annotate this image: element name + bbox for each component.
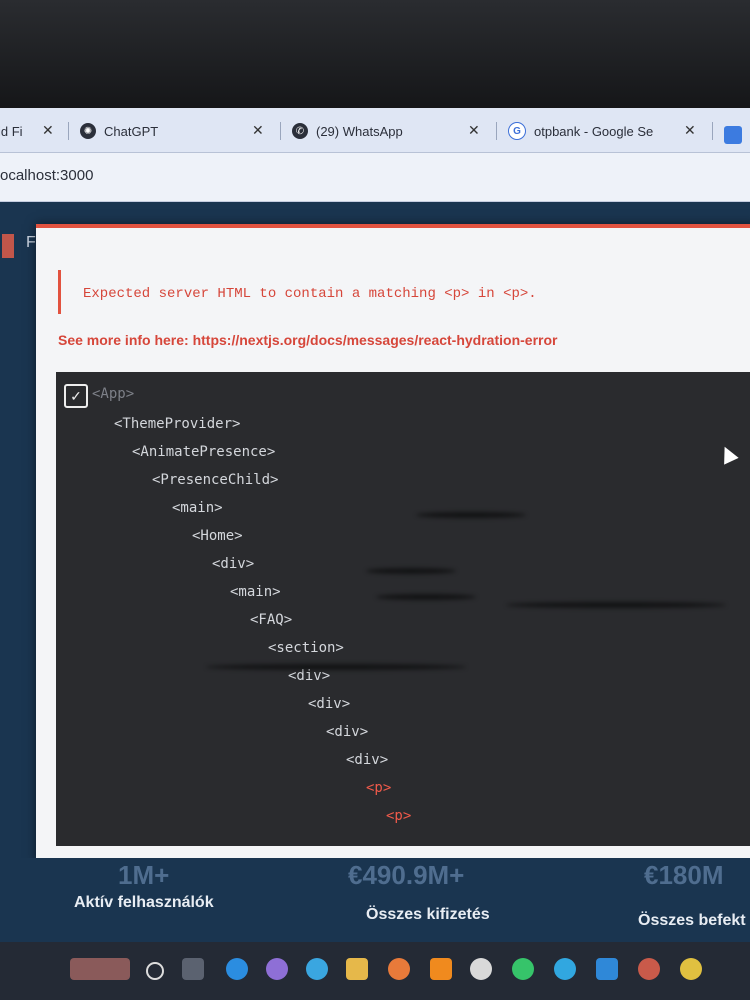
chatgpt-icon: ✺	[80, 123, 96, 139]
google-icon: G	[508, 122, 526, 140]
play-icon[interactable]	[470, 958, 492, 980]
stack-line: <section>	[268, 640, 344, 656]
firefox-icon[interactable]	[388, 958, 410, 980]
vlc-icon[interactable]	[430, 958, 452, 980]
stat-value: €180M	[644, 860, 724, 890]
tab-divider	[68, 122, 69, 140]
monitor-bezel	[0, 0, 750, 110]
stack-line-highlight: <p>	[366, 780, 392, 796]
stack-line: <AnimatePresence>	[132, 444, 276, 460]
whatsapp-icon: ✆	[292, 123, 308, 139]
stat-value: 1M+	[118, 860, 170, 890]
stack-line: <PresenceChild>	[152, 472, 279, 488]
address-bar[interactable]: ocalhost:3000	[0, 153, 750, 202]
close-icon[interactable]: ✕	[252, 122, 264, 139]
page-badge	[2, 234, 14, 258]
tab-label: id Fi	[0, 123, 23, 139]
task-view-icon[interactable]	[182, 958, 204, 980]
tab-document[interactable]: id Fi ✕	[0, 118, 54, 144]
component-stack: ✓ <App> <ThemeProvider> <AnimatePresence…	[56, 372, 750, 846]
error-message: Expected server HTML to contain a matchi…	[83, 286, 537, 302]
screen-smudge	[506, 602, 726, 608]
stat-label: Összes kifizetés	[366, 906, 490, 923]
close-icon[interactable]: ✕	[684, 122, 696, 139]
url-text: ocalhost:3000	[0, 167, 94, 184]
translate-icon[interactable]	[724, 126, 742, 144]
app-icon[interactable]	[266, 958, 288, 980]
whatsapp-icon[interactable]	[512, 958, 534, 980]
tab-divider	[280, 122, 281, 140]
tab-divider	[712, 122, 713, 140]
os-taskbar	[0, 942, 750, 1000]
more-info-link[interactable]: See more info here: https://nextjs.org/d…	[58, 332, 557, 348]
stack-line: <div>	[288, 668, 331, 684]
browser-tab-strip: id Fi ✕ ✺ ChatGPT ✕ ✆ (29) WhatsApp ✕ G …	[0, 108, 750, 153]
stack-line: <Home>	[192, 528, 243, 544]
collapse-toggle-icon[interactable]: ✓	[64, 384, 88, 408]
stack-line: <main>	[172, 500, 223, 516]
stack-line: <ThemeProvider>	[114, 416, 241, 432]
stack-line-highlight: <p>	[386, 808, 412, 824]
stack-line: <div>	[326, 724, 369, 740]
stat-value: €490.9M+	[348, 860, 465, 890]
media-icon[interactable]	[306, 958, 328, 980]
folder-icon[interactable]	[346, 958, 368, 980]
error-message-block: Expected server HTML to contain a matchi…	[58, 270, 741, 314]
tab-google[interactable]: G otpbank - Google Se ✕	[508, 118, 708, 144]
stack-line: <div>	[346, 752, 389, 768]
tab-label: (29) WhatsApp	[316, 123, 403, 139]
close-icon[interactable]: ✕	[468, 122, 480, 139]
chrome-active-icon[interactable]	[638, 958, 660, 980]
stack-line: <App>	[92, 386, 135, 402]
vscode-icon[interactable]	[596, 958, 618, 980]
stat-label: Aktív felhasználók	[74, 894, 214, 911]
stack-line: <FAQ>	[250, 612, 293, 628]
tab-label: otpbank - Google Se	[534, 123, 654, 139]
stack-line: <main>	[230, 584, 281, 600]
search-circle-icon[interactable]	[146, 962, 164, 980]
stack-line: <div>	[308, 696, 351, 712]
screen-smudge	[206, 664, 466, 670]
page-heading: F	[26, 234, 36, 251]
stack-line: <div>	[212, 556, 255, 572]
taskbar-thumbnail-icon[interactable]	[70, 958, 130, 980]
close-icon[interactable]: ✕	[42, 122, 54, 139]
stat-label: Összes befekt	[638, 912, 746, 929]
stats-row: 1M+ Aktív felhasználók €490.9M+ Összes k…	[0, 858, 750, 942]
telegram-icon[interactable]	[554, 958, 576, 980]
tab-chatgpt[interactable]: ✺ ChatGPT ✕	[80, 118, 270, 144]
screen-smudge	[416, 512, 526, 518]
tab-divider	[496, 122, 497, 140]
hydration-error-dialog: Expected server HTML to contain a matchi…	[36, 224, 750, 862]
tab-whatsapp[interactable]: ✆ (29) WhatsApp ✕	[292, 118, 488, 144]
screen-smudge	[376, 594, 476, 600]
tab-label: ChatGPT	[104, 123, 159, 139]
chrome-icon[interactable]	[680, 958, 702, 980]
screen-smudge	[366, 568, 456, 574]
edge-icon[interactable]	[226, 958, 248, 980]
